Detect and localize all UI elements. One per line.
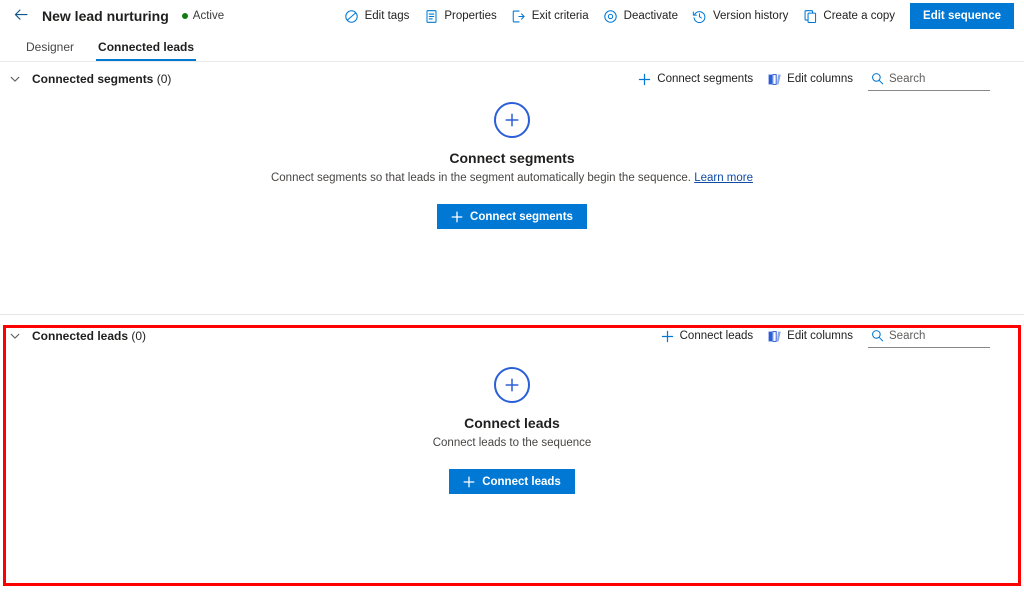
edit-sequence-button[interactable]: Edit sequence: [910, 3, 1014, 29]
command-label: Edit tags: [364, 10, 410, 22]
connected-segments-toolbar: Connect segments Edit columns: [630, 66, 1024, 92]
connected-segments-header: Connected segments (0) Connect segments: [0, 62, 1024, 96]
section-title-text: Connected segments: [32, 72, 154, 86]
plus-icon: [637, 72, 652, 87]
connected-leads-section: Connected leads (0) Connect leads Edit c…: [0, 315, 1024, 570]
command-properties[interactable]: Properties: [416, 1, 503, 31]
plus-icon: [660, 329, 675, 344]
search-icon: [870, 72, 884, 86]
status-badge: Active: [181, 10, 225, 22]
connected-leads-title: Connected leads (0): [32, 329, 146, 343]
tool-label: Connect leads: [679, 330, 754, 342]
document-properties-icon: [423, 8, 439, 24]
segments-search-input[interactable]: [889, 72, 990, 85]
status-label: Active: [192, 10, 225, 22]
section-title-text: Connected leads: [32, 329, 129, 343]
page-title: New lead nurturing: [42, 8, 169, 24]
history-icon: [692, 8, 708, 24]
connect-segments-toolbar-button[interactable]: Connect segments: [630, 66, 760, 92]
command-label: Deactivate: [623, 10, 678, 22]
command-label: Create a copy: [823, 10, 896, 22]
tag-icon: [344, 8, 360, 24]
connected-segments-title: Connected segments (0): [32, 72, 171, 86]
command-version-history[interactable]: Version history: [685, 1, 795, 31]
tab-designer[interactable]: Designer: [14, 32, 86, 61]
command-edit-tags[interactable]: Edit tags: [337, 1, 417, 31]
section-count: (0): [131, 329, 147, 343]
connected-leads-empty-state: Connect leads Connect leads to the seque…: [0, 367, 1024, 494]
connect-leads-toolbar-button[interactable]: Connect leads: [653, 323, 761, 349]
plus-icon: [451, 211, 463, 223]
plus-circle-icon: [494, 367, 530, 403]
command-deactivate[interactable]: Deactivate: [596, 1, 685, 31]
top-command-bar: New lead nurturing Active Edit tags Prop…: [0, 0, 1024, 32]
plus-circle-icon: [494, 102, 530, 138]
command-label: Properties: [444, 10, 497, 22]
edit-columns-leads-button[interactable]: Edit columns: [760, 323, 860, 349]
empty-state-description: Connect leads to the sequence: [432, 437, 592, 449]
exit-icon: [511, 8, 527, 24]
status-dot-icon: [181, 13, 188, 19]
arrow-left-icon: [13, 7, 29, 26]
tool-label: Connect segments: [657, 73, 754, 85]
command-label: Exit criteria: [531, 10, 589, 22]
button-label: Connect segments: [470, 210, 573, 223]
learn-more-link[interactable]: Learn more: [694, 172, 753, 184]
connected-segments-section: Connected segments (0) Connect segments: [0, 62, 1024, 314]
back-button[interactable]: [8, 3, 34, 29]
connected-segments-empty-state: Connect segments Connect segments so tha…: [0, 102, 1024, 229]
empty-state-title: Connect leads: [464, 415, 560, 431]
empty-state-title: Connect segments: [449, 150, 575, 166]
chevron-down-icon[interactable]: [4, 325, 26, 347]
connected-leads-header: Connected leads (0) Connect leads Edit c…: [0, 315, 1024, 357]
columns-icon: [767, 72, 782, 87]
command-create-a-copy[interactable]: Create a copy: [795, 1, 902, 31]
copy-icon: [802, 8, 818, 24]
empty-state-description-text: Connect segments so that leads in the se…: [270, 172, 691, 184]
tab-list: Designer Connected leads: [0, 32, 1024, 62]
tool-label: Edit columns: [787, 330, 853, 342]
connect-segments-primary-button[interactable]: Connect segments: [437, 204, 587, 229]
empty-state-description: Connect segments so that leads in the se…: [271, 172, 753, 184]
leads-search-input[interactable]: [889, 329, 990, 342]
command-exit-criteria[interactable]: Exit criteria: [504, 1, 596, 31]
tab-connected-leads[interactable]: Connected leads: [86, 32, 206, 61]
search-icon: [870, 329, 884, 343]
section-count: (0): [156, 72, 172, 86]
edit-columns-segments-button[interactable]: Edit columns: [760, 66, 860, 92]
button-label: Connect leads: [482, 475, 561, 488]
leads-search-box[interactable]: [868, 324, 990, 348]
connected-leads-toolbar: Connect leads Edit columns: [653, 323, 1024, 349]
connect-leads-primary-button[interactable]: Connect leads: [449, 469, 575, 494]
plus-icon: [463, 476, 475, 488]
segments-search-box[interactable]: [868, 67, 990, 91]
tool-label: Edit columns: [787, 73, 853, 85]
command-bar-actions: Edit tags Properties Exit criteria Deact…: [337, 0, 1024, 32]
circle-stop-icon: [603, 8, 619, 24]
chevron-down-icon[interactable]: [4, 68, 26, 90]
command-label: Version history: [712, 10, 789, 22]
columns-icon: [767, 329, 782, 344]
